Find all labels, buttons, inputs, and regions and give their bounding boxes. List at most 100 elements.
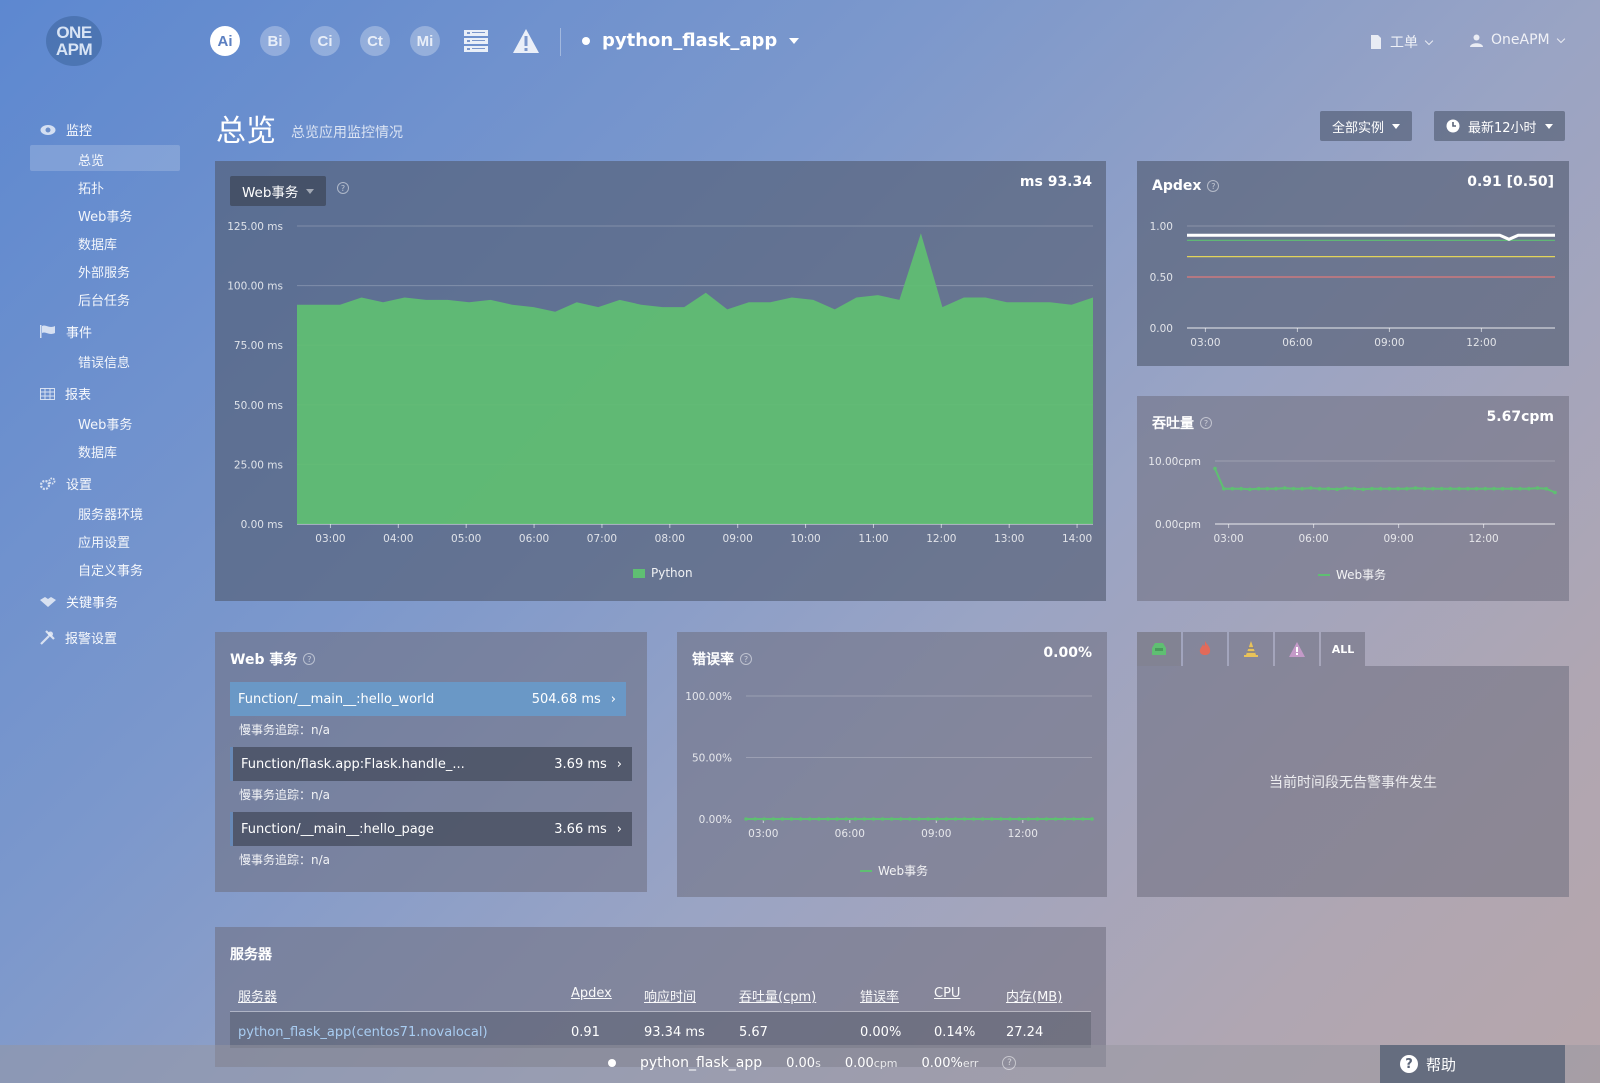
status-time-value: 0.00 — [786, 1055, 816, 1071]
column-header-error-rate[interactable]: 错误率 — [860, 986, 899, 1005]
ticket-menu[interactable]: 工单 — [1370, 32, 1434, 52]
y-tick-label: 100.00 ms — [227, 281, 283, 293]
response-time-legend[interactable]: Python — [633, 566, 693, 580]
column-header-response-time[interactable]: 响应时间 — [644, 986, 696, 1005]
server-apdex: 0.91 — [571, 1025, 600, 1040]
tab-alert-all[interactable]: ALL — [1321, 632, 1365, 666]
sidebar-item-web-transactions[interactable]: Web事务 — [78, 206, 132, 225]
error-rate-point — [762, 817, 767, 821]
transaction-row[interactable]: Function/__main__:hello_world 504.68 ms › — [230, 682, 626, 716]
x-tick-label: 12:00 — [1466, 337, 1496, 349]
server-link[interactable]: python_flask_app(centos71.novalocal) — [238, 1025, 488, 1040]
throughput-point — [1300, 486, 1304, 491]
sidebar-section-key-transactions[interactable]: 关键事务 — [40, 592, 118, 611]
user-menu[interactable]: OneAPM — [1470, 32, 1565, 48]
throughput-point — [1230, 486, 1235, 491]
alert-warning-icon[interactable] — [512, 27, 540, 59]
mi-icon[interactable]: Mi — [410, 26, 440, 56]
transaction-row[interactable]: Function/flask.app:Flask.handle_... 3.69… — [230, 747, 632, 781]
help-button[interactable]: ? 帮助 — [1380, 1045, 1565, 1083]
sidebar-section-alert-settings[interactable]: 报警设置 — [40, 628, 117, 647]
app-name: python_flask_app — [602, 30, 778, 51]
sidebar-item-database[interactable]: 数据库 — [78, 234, 117, 253]
error-rate-point — [753, 817, 757, 821]
x-tick-label: 06:00 — [1282, 337, 1312, 349]
error-rate-point — [880, 817, 885, 821]
oneapm-logo[interactable]: ONE APM — [46, 16, 102, 66]
error-rate-point — [953, 817, 958, 821]
error-rate-point — [807, 817, 812, 821]
error-rate-point — [1062, 817, 1067, 821]
y-tick-label: 10.00cpm — [1148, 456, 1201, 468]
tab-alert-warning[interactable] — [1229, 632, 1273, 666]
error-rate-point — [853, 817, 858, 821]
server-list-icon[interactable] — [462, 27, 490, 59]
sidebar-item-background-tasks[interactable]: 后台任务 — [78, 290, 130, 309]
sidebar-item-server-env[interactable]: 服务器环境 — [78, 504, 143, 523]
throughput-point — [1404, 486, 1409, 491]
sidebar-item-topology[interactable]: 拓扑 — [78, 178, 104, 197]
help-icon[interactable]: ? — [1002, 1056, 1017, 1070]
sidebar-section-reports[interactable]: 报表 — [40, 384, 91, 403]
transaction-row[interactable]: Function/__main__:hello_page 3.66 ms › — [230, 812, 632, 846]
help-icon[interactable]: ? — [303, 653, 316, 665]
column-header-apdex[interactable]: Apdex — [571, 986, 612, 1001]
sidebar-section-label: 报警设置 — [65, 632, 118, 647]
ai-icon[interactable]: Ai — [210, 26, 240, 56]
fire-icon — [1199, 641, 1211, 655]
throughput-point — [1466, 486, 1470, 491]
throughput-point — [1500, 486, 1505, 491]
transaction-time: 3.69 ms — [554, 756, 607, 772]
sidebar-section-monitor[interactable]: 监控 — [40, 120, 92, 139]
column-header-memory[interactable]: 内存(MB) — [1006, 986, 1062, 1005]
y-tick-label: 75.00 ms — [234, 340, 283, 352]
throughput-point — [1256, 486, 1261, 491]
tab-alert-all-events[interactable] — [1137, 632, 1181, 666]
ct-icon[interactable]: Ct — [360, 26, 390, 56]
throughput-point — [1248, 487, 1252, 492]
ticket-label: 工单 — [1390, 35, 1418, 51]
sidebar-item-report-db[interactable]: 数据库 — [78, 442, 117, 461]
sidebar-item-errors[interactable]: 错误信息 — [78, 352, 130, 371]
throughput-point — [1213, 466, 1217, 471]
tab-alert-error[interactable] — [1275, 632, 1319, 666]
legend-label: Web事务 — [878, 864, 929, 878]
web-transactions-title-text: Web 事务 — [230, 652, 298, 668]
ci-icon[interactable]: Ci — [310, 26, 340, 56]
x-tick-label: 14:00 — [1062, 533, 1092, 545]
x-tick-label: 09:00 — [723, 533, 753, 545]
sidebar-section-settings[interactable]: 设置 — [40, 474, 92, 493]
instances-dropdown[interactable]: 全部实例 — [1320, 111, 1413, 141]
transaction-name: Function/flask.app:Flask.handle_... — [241, 756, 465, 772]
throughput-point — [1422, 486, 1427, 491]
sidebar-item-custom-tx[interactable]: 自定义事务 — [78, 560, 143, 579]
sidebar-item-external-services[interactable]: 外部服务 — [78, 262, 130, 281]
throughput-point — [1535, 486, 1540, 490]
column-header-throughput[interactable]: 吞吐量(cpm) — [739, 986, 816, 1005]
throughput-legend[interactable]: Web事务 — [1318, 566, 1386, 583]
throughput-point — [1378, 486, 1383, 491]
error-rate-point — [898, 817, 903, 821]
time-range-label: 最新12小时 — [1468, 120, 1537, 136]
column-header-server[interactable]: 服务器 — [238, 986, 277, 1005]
tab-alert-critical[interactable] — [1183, 632, 1227, 666]
gears-icon — [40, 477, 56, 490]
throughput-point — [1361, 487, 1366, 492]
time-range-dropdown[interactable]: 最新12小时 — [1434, 111, 1565, 141]
sidebar-item-app-settings[interactable]: 应用设置 — [78, 532, 130, 551]
chevron-right-icon: › — [616, 756, 622, 772]
x-tick-label: 03:00 — [748, 828, 778, 840]
error-rate-legend[interactable]: Web事务 — [860, 862, 928, 879]
error-rate-point — [1053, 817, 1058, 821]
chevron-down-icon — [1424, 36, 1434, 45]
column-header-cpu[interactable]: CPU — [934, 986, 960, 1001]
bi-icon[interactable]: Bi — [260, 26, 290, 56]
page-subtitle: 总览应用监控情况 — [291, 125, 403, 141]
sidebar-item-overview[interactable]: 总览 — [78, 150, 104, 169]
help-label: 帮助 — [1426, 1055, 1457, 1074]
sidebar-item-report-web[interactable]: Web事务 — [78, 414, 132, 433]
app-selector[interactable]: python_flask_app — [582, 30, 800, 51]
sidebar-section-events[interactable]: 事件 — [40, 322, 92, 341]
caret-down-icon — [1392, 123, 1401, 129]
throughput-point — [1544, 486, 1549, 491]
